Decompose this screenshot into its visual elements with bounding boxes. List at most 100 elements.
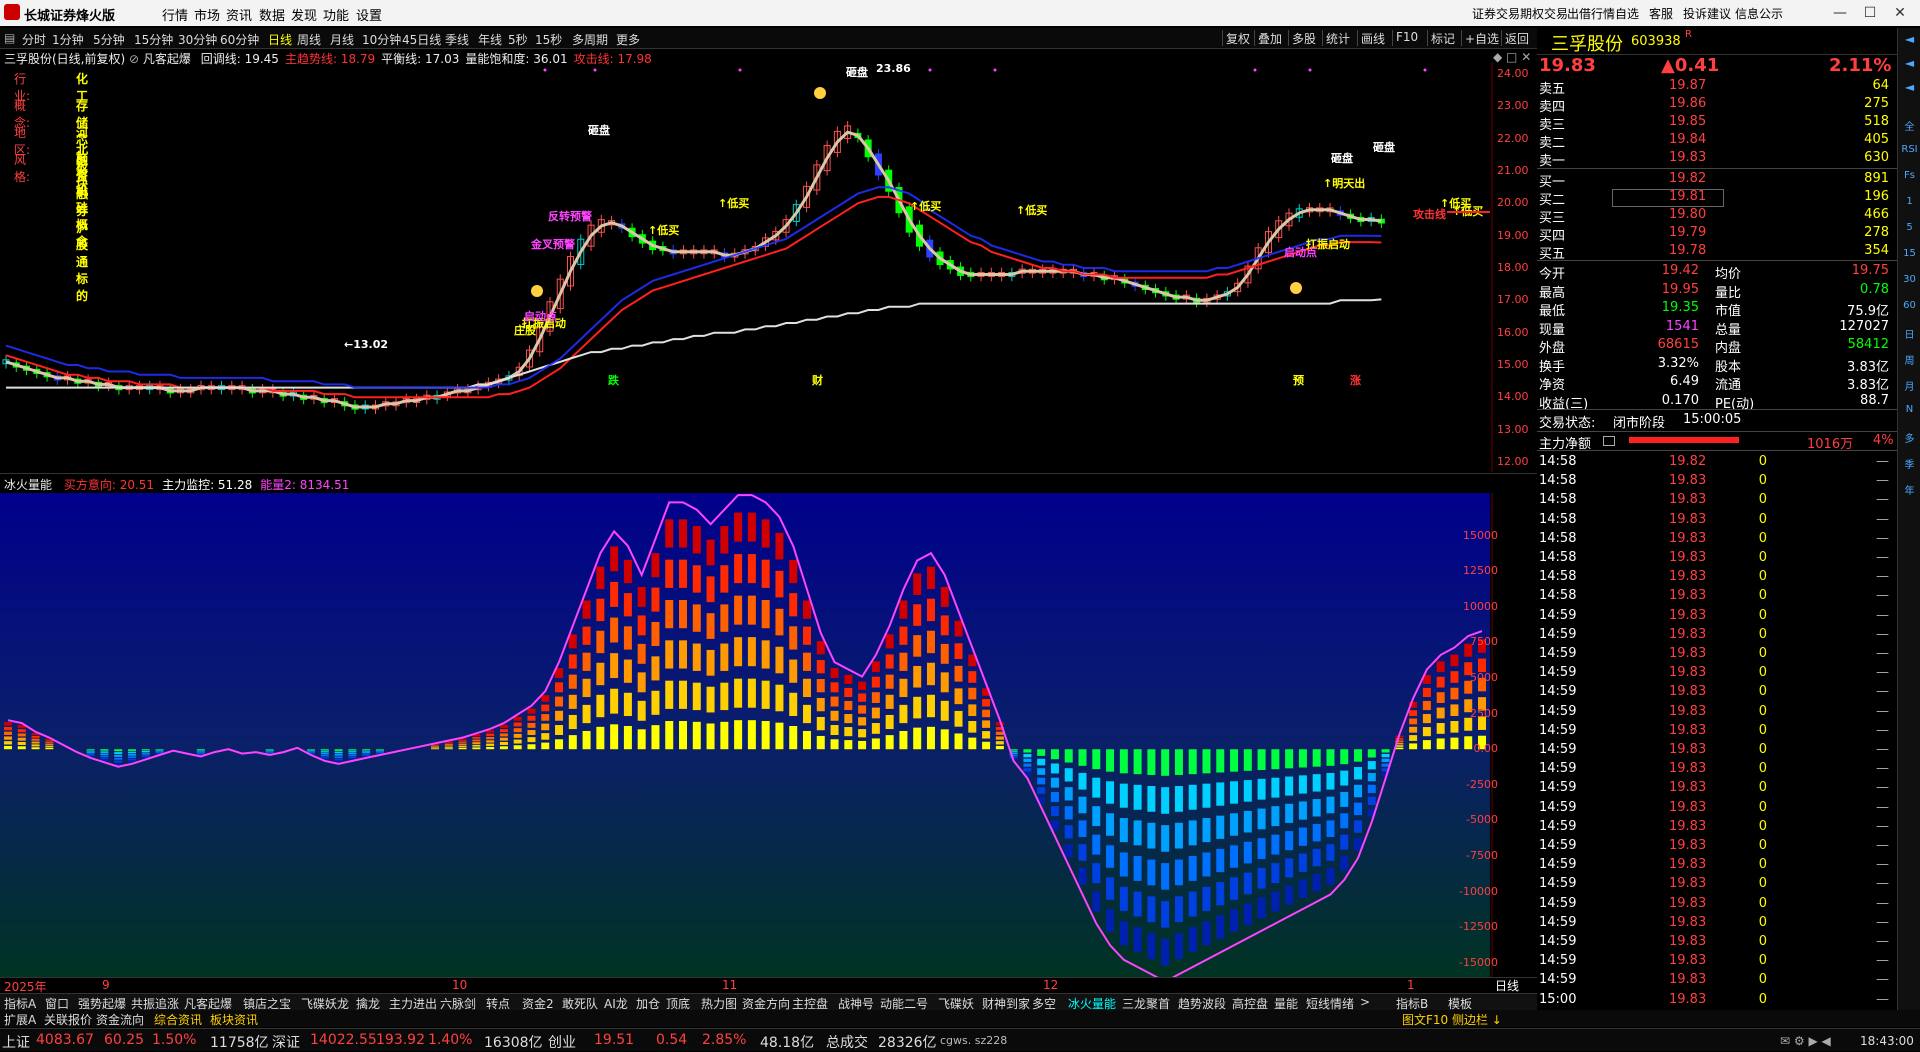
side-tool-7[interactable]: 60	[1900, 300, 1919, 311]
asks-row[interactable]: 卖三 19.85 518	[1537, 113, 1897, 133]
energy-bar	[1409, 726, 1418, 733]
period-13[interactable]: 5秒	[508, 31, 528, 48]
menu-item[interactable]: 资讯	[226, 5, 252, 24]
energy-bar	[555, 682, 564, 693]
menu-item[interactable]: 设置	[356, 5, 382, 24]
side-tool-8[interactable]: 日	[1900, 326, 1919, 341]
side-tool-2[interactable]: Fs	[1900, 170, 1919, 181]
side-tool-5[interactable]: 15	[1900, 248, 1919, 259]
menu-item[interactable]: 发现	[291, 5, 317, 24]
sz-label[interactable]: 深证	[272, 1032, 300, 1052]
tick-price: 19.83	[1669, 780, 1707, 796]
period-9[interactable]: 10分钟	[362, 31, 401, 48]
extension-tab-0[interactable]: 扩展A	[4, 1011, 36, 1028]
chart-tool-8[interactable]: 返回	[1501, 30, 1532, 46]
side-tool-10[interactable]: 月	[1900, 378, 1919, 393]
price-pct: 2.11%	[1829, 55, 1892, 76]
side-tool-4[interactable]: 5	[1900, 222, 1919, 233]
period-3[interactable]: 15分钟	[134, 31, 173, 48]
energy-bar	[1326, 867, 1335, 885]
menu-item[interactable]: 行情	[162, 5, 188, 24]
side-tool-14[interactable]: 年	[1900, 482, 1919, 497]
volume-energy-chart[interactable]	[0, 493, 1537, 977]
extension-tab-4[interactable]: 板块资讯	[210, 1011, 258, 1028]
top-right-menu-item[interactable]: 信息公示	[1735, 5, 1783, 22]
sub-indicator-name[interactable]: 冰火量能	[4, 478, 52, 492]
energy-bar	[789, 659, 798, 683]
asks-row[interactable]: 卖二 19.84 405	[1537, 131, 1897, 151]
side-tool-11[interactable]: N	[1900, 404, 1919, 415]
side-tool-12[interactable]: 多	[1900, 430, 1919, 445]
top-right-menu-item[interactable]: 期权交易	[1520, 5, 1568, 22]
side-arrow-icon[interactable]: ◄	[1900, 32, 1919, 46]
period-10[interactable]: 45日线	[402, 31, 441, 48]
period-7[interactable]: 周线	[297, 31, 321, 48]
maximize-icon[interactable]: ☐	[1856, 2, 1884, 24]
chart-tool-6[interactable]: 标记	[1427, 30, 1458, 46]
period-2[interactable]: 5分钟	[93, 31, 125, 48]
asks-row[interactable]: 卖四 19.86 275	[1537, 95, 1897, 115]
minimize-icon[interactable]: —	[1826, 2, 1854, 24]
side-tool-0[interactable]: 全	[1900, 118, 1919, 133]
side-tool-9[interactable]: 周	[1900, 352, 1919, 367]
extension-tab-2[interactable]: 资金流向	[96, 1011, 144, 1028]
menu-item[interactable]: 市场	[194, 5, 220, 24]
cy-label[interactable]: 创业	[548, 1032, 576, 1052]
main-net-toggle-icon[interactable]	[1603, 436, 1615, 446]
period-16[interactable]: 更多	[616, 31, 640, 48]
energy-bar	[706, 613, 715, 639]
side-tool-6[interactable]: 30	[1900, 274, 1919, 285]
energy-bar	[1395, 747, 1404, 750]
energy-bar	[1202, 886, 1211, 911]
period-12[interactable]: 年线	[478, 31, 502, 48]
chart-tool-1[interactable]: 叠加	[1254, 30, 1285, 46]
energy-bar	[45, 740, 54, 742]
period-1[interactable]: 1分钟	[52, 31, 84, 48]
bids-row[interactable]: 买三 19.80 466	[1537, 206, 1897, 226]
bids-row[interactable]: 买一 19.82 891	[1537, 170, 1897, 190]
f10-sidebar-link[interactable]: 图文F10 侧边栏 ↓	[1402, 1011, 1502, 1028]
energy-bar	[1147, 822, 1156, 849]
period-8[interactable]: 月线	[330, 31, 354, 48]
period-11[interactable]: 季线	[445, 31, 469, 48]
chart-tool-0[interactable]: 复权	[1222, 30, 1253, 46]
top-right-menu-item[interactable]: 出借行情	[1567, 5, 1615, 22]
extension-tab-1[interactable]: 关联报价	[44, 1011, 92, 1028]
period-5[interactable]: 60分钟	[220, 31, 259, 48]
tick-direction: —	[1876, 569, 1889, 585]
side-tool-1[interactable]: RSI	[1900, 144, 1919, 155]
extension-tab-3[interactable]: 综合资讯	[154, 1011, 202, 1028]
top-right-menu-item[interactable]: 自选	[1615, 5, 1639, 22]
side-arrow-icon[interactable]: ◄	[1900, 80, 1919, 94]
tick-price: 19.83	[1669, 646, 1707, 661]
menu-item[interactable]: 功能	[323, 5, 349, 24]
close-icon[interactable]: ✕	[1886, 2, 1914, 24]
bids-row[interactable]: 买五 19.78 354	[1537, 242, 1897, 262]
sh-label[interactable]: 上证	[2, 1032, 30, 1052]
asks-row[interactable]: 卖五 19.87 64	[1537, 77, 1897, 97]
period-6[interactable]: 日线	[268, 31, 292, 48]
status-icons[interactable]: ✉ ⚙ ▶ ◀	[1780, 1034, 1831, 1048]
tick-direction: —	[1876, 780, 1889, 796]
period-4[interactable]: 30分钟	[178, 31, 217, 48]
chart-tool-2[interactable]: 多股	[1288, 30, 1319, 46]
top-right-menu-item[interactable]: 客服	[1649, 5, 1673, 22]
chart-tool-4[interactable]: 画线	[1357, 30, 1388, 46]
grid-icon[interactable]: ▤	[4, 31, 15, 45]
indicator-tab-30[interactable]: >	[1360, 995, 1370, 1009]
top-right-menu-item[interactable]: 证券交易	[1472, 5, 1520, 22]
side-tool-3[interactable]: 1	[1900, 196, 1919, 207]
side-arrow-icon[interactable]: ◄	[1900, 56, 1919, 70]
period-0[interactable]: 分时	[22, 31, 46, 48]
bids-row[interactable]: 买四 19.79 278	[1537, 224, 1897, 244]
asks-row[interactable]: 卖一 19.83 630	[1537, 149, 1897, 169]
chart-tool-5[interactable]: F10	[1392, 30, 1421, 46]
period-15[interactable]: 多周期	[572, 31, 608, 48]
chart-tool-3[interactable]: 统计	[1322, 30, 1353, 46]
chart-tool-7[interactable]: +自选	[1461, 30, 1502, 46]
side-tool-13[interactable]: 季	[1900, 456, 1919, 471]
top-right-menu-item[interactable]: 投诉建议	[1683, 5, 1731, 22]
candlestick-chart[interactable]: 23.86←13.02砸盘砸盘砸盘砸盘反转预警金叉预警↑低买↑低买 ↑低买 ↑低买↑…	[0, 62, 1537, 472]
menu-item[interactable]: 数据	[259, 5, 285, 24]
period-14[interactable]: 15秒	[535, 31, 562, 48]
